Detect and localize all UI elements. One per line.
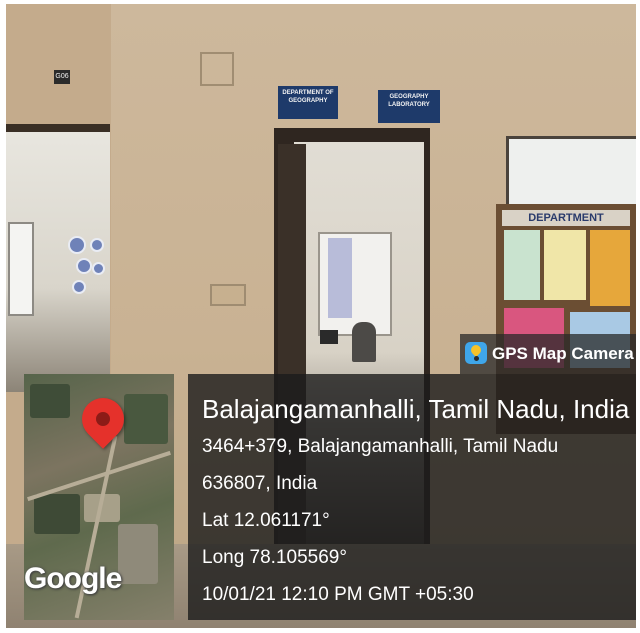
wall-socket (210, 284, 246, 306)
gps-badge-label: GPS Map Camera (492, 344, 634, 363)
datetime-text: 10/01/21 12:10 PM GMT +05:30 (202, 584, 474, 605)
gps-map-camera-app-icon (465, 342, 487, 364)
notice-board-heading: DEPARTMENT (502, 210, 630, 226)
background-photo: G06 DEPARTMENT OF GEOGRAPHY GEOGRAPHY LA… (6, 4, 636, 628)
address-line-1: 3464+379, Balajangamanhalli, Tamil Nadu (202, 436, 559, 457)
location-info-panel: Balajangamanhalli, Tamil Nadu, India 346… (188, 374, 636, 620)
longitude-text: Long 78.105569° (202, 547, 347, 568)
left-room-doorway (6, 124, 110, 392)
poster (590, 230, 630, 306)
gps-map-camera-badge: GPS Map Camera (460, 334, 636, 374)
wall-plate (90, 238, 104, 252)
location-pin-center (96, 412, 110, 426)
map-vegetation (124, 394, 168, 444)
wall-switch-box (200, 52, 234, 86)
sign-department: DEPARTMENT OF GEOGRAPHY (278, 86, 338, 119)
map-vegetation (30, 384, 70, 418)
address-line-2: 636807, India (202, 473, 318, 494)
sign-laboratory: GEOGRAPHY LABORATORY (378, 90, 440, 123)
location-title: Balajangamanhalli, Tamil Nadu, India (202, 394, 630, 424)
gps-pin-glyph (468, 342, 484, 358)
computer-monitor (320, 330, 338, 344)
left-room-window (8, 222, 34, 316)
map-field (118, 524, 158, 584)
wall-plate (76, 258, 92, 274)
gps-pin-shadow (474, 356, 479, 361)
poster (504, 230, 540, 300)
room-number-plate: G06 (54, 70, 70, 84)
wall-plate (68, 236, 86, 254)
latitude-text: Lat 12.061171° (202, 510, 330, 531)
map-vegetation (34, 494, 80, 534)
wall-plate (92, 262, 105, 275)
wall-plate (72, 280, 86, 294)
map-thumbnail: Google (24, 374, 174, 620)
seated-person (352, 322, 376, 362)
poster (544, 230, 586, 300)
google-logo: Google (24, 562, 122, 595)
interior-curtain (328, 238, 352, 318)
right-window (506, 136, 636, 212)
